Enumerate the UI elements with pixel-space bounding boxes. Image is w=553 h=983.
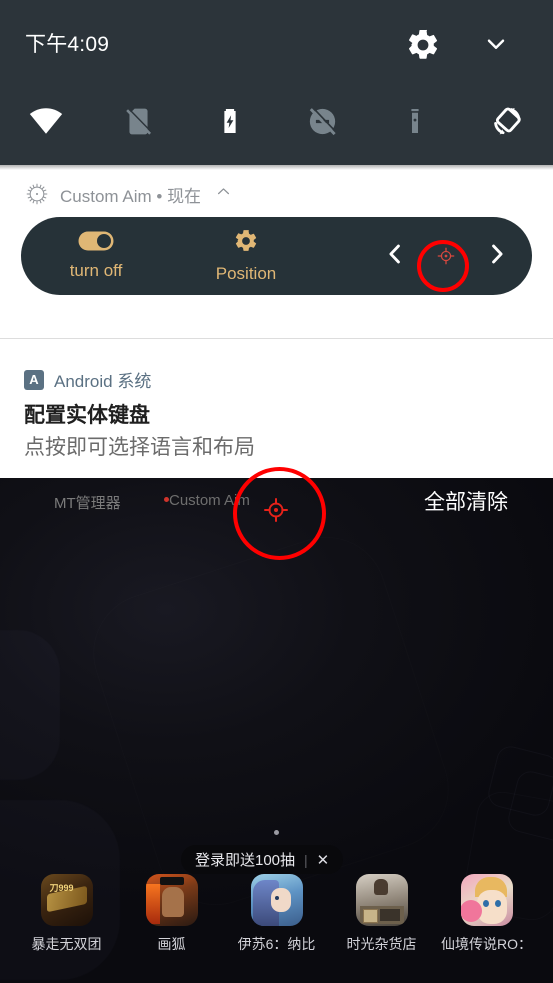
- close-icon[interactable]: ✕: [317, 851, 330, 869]
- game-icon-ro: [460, 874, 513, 926]
- qs-tile-do-not-disturb[interactable]: [277, 91, 369, 151]
- notification-header-android: A Android 系统: [24, 367, 151, 392]
- dock-app-label: 伊苏6：纳比: [237, 936, 316, 952]
- dock-app-item[interactable]: 伊苏6：纳比: [229, 874, 324, 954]
- wifi-icon: [29, 108, 63, 134]
- auto-rotate-icon: [494, 107, 521, 135]
- quick-settings-tiles: [0, 88, 553, 154]
- custom-aim-nav: [321, 236, 532, 276]
- clear-all-button[interactable]: 全部清除: [424, 486, 508, 516]
- game-icon-fox: [145, 874, 198, 926]
- qs-tile-mobile-data[interactable]: [92, 91, 184, 151]
- game-icon-blade: 刀999: [40, 874, 93, 926]
- game-icon-store: [355, 874, 408, 926]
- promo-text: 登录即送100抽: [195, 852, 296, 869]
- phone-screen: 下午4:09 Custom Aim • 现在 turn off Position…: [0, 0, 553, 983]
- notification-app-name: Custom Aim: [60, 186, 152, 206]
- notification-app-name: Android 系统: [54, 372, 152, 391]
- app-dock: 刀999 暴走无双团 画狐 伊苏6：纳比 时光杂货店 仙境传说RO：: [0, 874, 553, 974]
- dock-app-label: 暴走无双团: [31, 936, 102, 952]
- dock-app-item[interactable]: 时光杂货店: [334, 874, 429, 954]
- qs-tile-wifi[interactable]: [0, 91, 92, 151]
- notification-app-label: Custom Aim • 现在: [60, 182, 201, 207]
- android-system-icon: A: [24, 369, 44, 390]
- action-turn-off-label: turn off: [69, 261, 123, 280]
- page-indicator-dot[interactable]: [274, 830, 279, 835]
- notification-android-system[interactable]: A Android 系统 配置实体键盘 点按即可选择语言和布局: [0, 339, 553, 478]
- notification-time: 现在: [167, 186, 202, 206]
- clock-label: 下午4:09: [25, 33, 110, 56]
- ongoing-item-custom-aim[interactable]: Custom Aim: [169, 492, 250, 509]
- gear-icon: [233, 228, 259, 259]
- chevron-right-icon[interactable]: [484, 241, 510, 272]
- quick-settings-panel: 下午4:09: [0, 0, 553, 165]
- action-position[interactable]: Position: [171, 228, 321, 284]
- notification-title: 配置实体键盘: [24, 404, 150, 427]
- notification-shade: Custom Aim • 现在 turn off Position A Andr…: [0, 165, 553, 478]
- sim-off-icon: [125, 107, 152, 135]
- notification-separator: •: [156, 186, 163, 206]
- promo-banner[interactable]: 登录即送100抽 | ✕: [181, 845, 344, 874]
- promo-separator: |: [304, 851, 308, 868]
- custom-aim-action-card: turn off Position: [21, 217, 532, 295]
- dock-app-item[interactable]: 仙境传说RO：: [439, 874, 534, 954]
- action-turn-off[interactable]: turn off: [21, 231, 171, 281]
- flashlight-icon: [411, 109, 419, 133]
- chevron-down-icon[interactable]: [480, 30, 516, 60]
- crosshair-icon[interactable]: [426, 236, 466, 276]
- gear-icon[interactable]: [405, 27, 441, 63]
- floating-crosshair-overlay[interactable]: [261, 495, 291, 525]
- dock-app-label: 画狐: [157, 936, 186, 952]
- notification-body: 点按即可选择语言和布局: [24, 436, 255, 459]
- crosshair-burst-icon: [24, 181, 50, 207]
- qs-tile-auto-rotate[interactable]: [461, 91, 553, 151]
- chevron-left-icon[interactable]: [382, 241, 408, 272]
- dock-app-label: 时光杂货店: [346, 936, 417, 952]
- status-bar: 下午4:09: [0, 0, 553, 80]
- action-position-label: Position: [215, 264, 277, 283]
- qs-tile-battery-saver[interactable]: [184, 91, 276, 151]
- chevron-up-icon[interactable]: [215, 183, 232, 205]
- ongoing-item-mt[interactable]: MT管理器: [54, 492, 121, 513]
- dock-app-item[interactable]: 画狐: [124, 874, 219, 954]
- dock-app-label: 仙境传说RO：: [441, 936, 532, 952]
- notification-custom-aim[interactable]: Custom Aim • 现在 turn off Position: [0, 165, 553, 338]
- dnd-off-icon: [309, 106, 338, 135]
- qs-tile-flashlight[interactable]: [369, 91, 461, 151]
- game-icon-ys6: [250, 874, 303, 926]
- battery-charging-icon: [224, 109, 237, 133]
- dock-app-item[interactable]: 刀999 暴走无双团: [19, 874, 114, 954]
- toggle-on-icon: [78, 231, 114, 256]
- shade-shadow: [0, 165, 553, 170]
- notification-header-custom-aim[interactable]: Custom Aim • 现在: [24, 181, 232, 207]
